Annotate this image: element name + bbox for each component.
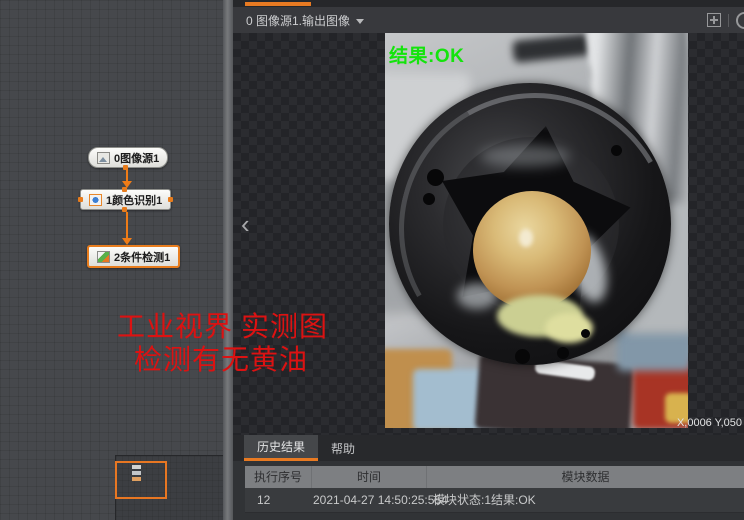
image-source-icon [97,152,110,164]
flow-arrow-line [126,168,128,181]
zoom-icon[interactable] [736,12,744,29]
minimap-node-thumb [132,471,141,475]
photo-grease-spill [545,313,593,343]
cursor-coords-readout: X,0006 Y,050 [677,417,742,429]
dropdown-caret-icon [356,19,364,24]
minimap-viewport[interactable] [115,461,167,499]
flow-canvas[interactable]: 0图像源1 1颜色识别1 2条件检测1 [0,0,223,520]
viewer-title: 0 图像源1.输出图像 [246,12,350,29]
photo-rim-hole [581,329,590,338]
connector-pin[interactable] [78,197,83,202]
toolbar-divider [728,14,729,27]
prev-image-chevron[interactable]: ‹ [241,211,250,237]
panel-top-strip [233,0,744,7]
cell-run-index: 12 [245,488,311,512]
cell-time: 2021-04-27 14:50:25:554 [311,488,425,512]
result-overlay-text: 结果:OK [389,41,464,68]
photo-rim-hole [427,169,444,186]
color-recognition-icon [89,194,102,206]
cell-module-data: 模块状态:1结果:OK [425,488,744,512]
app-window: 0图像源1 1颜色识别1 2条件检测1 [0,0,744,520]
condition-check-icon [97,251,110,263]
fit-view-icon[interactable] [707,13,721,27]
connector-pin[interactable] [168,197,173,202]
connector-pin[interactable] [122,187,127,192]
flow-node-label: 2条件检测1 [114,249,170,265]
flow-arrow-head-icon [122,238,132,245]
tab-help[interactable]: 帮助 [318,435,368,461]
history-table: 执行序号 时间 模块数据 12 2021-04-27 14:50:25:554 … [245,466,744,513]
inspection-photo: 结果:OK [385,33,688,428]
photo-grease-ball [473,191,591,309]
photo-texture [519,229,533,247]
table-row[interactable]: 12 2021-04-27 14:50:25:554 模块状态:1结果:OK [245,488,744,513]
col-header-run-index: 执行序号 [245,466,311,488]
photo-rim-hole [423,193,435,205]
flow-node-label: 0图像源1 [114,150,159,166]
photo-rim-hole [515,349,530,364]
flow-minimap[interactable] [115,455,224,520]
image-source-select[interactable]: 0 图像源1.输出图像 [233,12,364,29]
results-panel: 历史结果 帮助 执行序号 时间 模块数据 12 2021-04-27 14:50… [233,435,744,520]
minimap-node-thumb [132,465,141,469]
image-viewer[interactable]: 结果:OK ‹ X,0006 Y,050 [233,33,744,435]
flow-arrow-line [126,212,128,238]
image-panel: 0 图像源1.输出图像 [233,0,744,520]
photo-rim-hole [557,347,569,359]
col-header-module-data: 模块数据 [426,466,744,488]
results-tabbar: 历史结果 帮助 [233,435,744,461]
viewer-toolbar [707,7,744,33]
photo-texture [617,329,688,371]
minimap-node-thumb [132,477,141,481]
photo-rim-hole [611,145,622,156]
panel-splitter[interactable] [223,0,233,520]
flow-node-label: 1颜色识别1 [106,192,162,208]
col-header-time: 时间 [311,466,426,488]
flow-node-image-source[interactable]: 0图像源1 [88,147,168,168]
viewer-titlebar: 0 图像源1.输出图像 [233,7,744,33]
tab-history-results[interactable]: 历史结果 [244,435,318,461]
flow-node-condition-check[interactable]: 2条件检测1 [87,245,180,268]
flow-node-color-recognition[interactable]: 1颜色识别1 [80,189,171,210]
history-table-header: 执行序号 时间 模块数据 [245,466,744,488]
photo-texture [512,33,592,63]
photo-texture [480,145,570,167]
active-view-indicator [245,2,311,6]
